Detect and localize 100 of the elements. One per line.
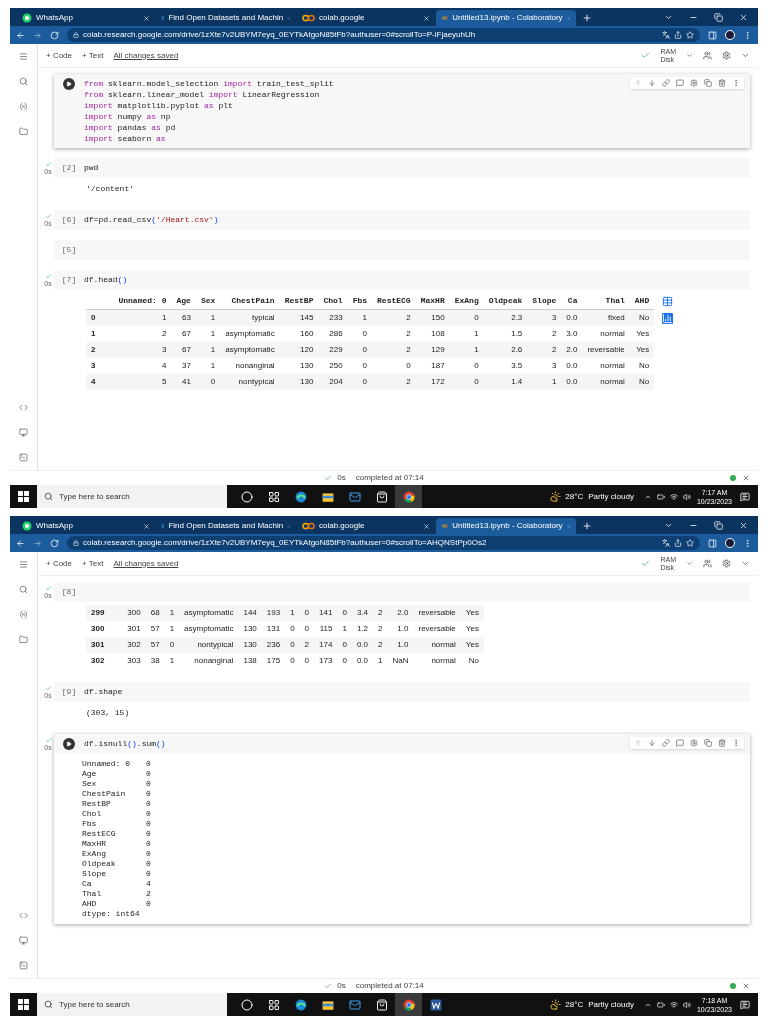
- copy-icon[interactable]: [704, 79, 712, 87]
- chevron-down-icon[interactable]: [664, 521, 673, 530]
- volume-icon[interactable]: [682, 1000, 691, 1009]
- browser-tab[interactable]: WhatsApp: [16, 518, 156, 534]
- code-cell[interactable]: [54, 270, 750, 393]
- taskbar-app[interactable]: [395, 485, 422, 508]
- trash-icon[interactable]: [718, 79, 726, 87]
- folder-icon[interactable]: [321, 490, 334, 503]
- side-panel-icon[interactable]: [708, 538, 717, 548]
- taskbar-app[interactable]: [395, 993, 422, 1016]
- wave-circle-icon[interactable]: [294, 998, 307, 1011]
- forward-icon[interactable]: [33, 30, 42, 40]
- browser-tab[interactable]: Find Open Datasets and Machin: [156, 10, 296, 26]
- add-text-button[interactable]: + Text: [82, 49, 104, 62]
- browser-tab[interactable]: WhatsApp: [16, 10, 156, 26]
- chevron-down-icon[interactable]: [664, 13, 673, 22]
- more-icon[interactable]: [732, 79, 740, 87]
- wave-circle-icon[interactable]: [294, 490, 307, 503]
- search-icon[interactable]: [19, 585, 28, 594]
- battery-icon[interactable]: [656, 492, 665, 501]
- restore-icon[interactable]: [714, 13, 723, 22]
- url-field[interactable]: colab.research.google.com/drive/1zXte7v2UBYM7eyq_0EYTkAtgoN85tFb?authuser=0#scrollTo=P-iFjaeyuhUh: [67, 28, 700, 42]
- wifi-icon[interactable]: [669, 492, 678, 501]
- run-button[interactable]: [63, 78, 75, 90]
- mail-icon[interactable]: [348, 490, 361, 503]
- wifi-icon[interactable]: [669, 1000, 678, 1009]
- taskbar-search-field[interactable]: Type here to search: [37, 993, 227, 1016]
- new-tab-icon[interactable]: [582, 521, 592, 531]
- chrome-ball-icon[interactable]: [402, 998, 415, 1011]
- add-code-button[interactable]: + Code: [46, 557, 73, 570]
- trash-icon[interactable]: [718, 739, 726, 747]
- menu-icon[interactable]: [19, 52, 28, 61]
- browser-tab[interactable]: colab.google: [296, 10, 436, 26]
- browser-tab[interactable]: Untitled13.ipynb - Colaboratory: [436, 10, 576, 26]
- chevron-down-icon[interactable]: [741, 51, 750, 60]
- avatar[interactable]: [725, 538, 735, 548]
- translate-icon[interactable]: [662, 539, 670, 547]
- add-code-button[interactable]: + Code: [46, 49, 73, 62]
- document-w-icon[interactable]: [429, 998, 442, 1011]
- variables-icon[interactable]: [19, 102, 28, 111]
- people-icon[interactable]: [703, 51, 712, 60]
- search-icon[interactable]: [19, 77, 28, 86]
- code-cell[interactable]: [9] df.shape (303, 15): [54, 682, 750, 724]
- close-icon[interactable]: [742, 982, 750, 990]
- forward-icon[interactable]: [33, 538, 42, 548]
- save-status-link[interactable]: All changes saved: [113, 557, 179, 570]
- comment-icon[interactable]: [676, 739, 684, 747]
- volume-icon[interactable]: [682, 492, 691, 501]
- code-cell[interactable]: [6] df=pd.read_csv('/Heart.csv'): [54, 210, 750, 230]
- settings-icon[interactable]: [722, 559, 731, 568]
- variables-icon[interactable]: [19, 610, 28, 619]
- chart-icon[interactable]: [662, 313, 674, 324]
- star-icon[interactable]: [686, 31, 694, 39]
- code-cell[interactable]: from sklearn.model_selection import train_test_split from sklearn.linear_model import LinearRegression import matplotlib.pyplot as plt import numpy as np import pandas as pd import seaborn as: [54, 74, 750, 148]
- more-icon[interactable]: [743, 30, 752, 40]
- run-button[interactable]: [63, 738, 75, 750]
- settings-icon[interactable]: [690, 739, 698, 747]
- restore-icon[interactable]: [714, 521, 723, 530]
- caret-icon[interactable]: [686, 560, 693, 567]
- link-icon[interactable]: [662, 79, 670, 87]
- windows-logo-icon[interactable]: [18, 491, 29, 502]
- share-icon[interactable]: [674, 31, 682, 39]
- code-cell[interactable]: [5]: [54, 240, 750, 260]
- add-text-button[interactable]: + Text: [82, 557, 104, 570]
- battery-icon[interactable]: [656, 1000, 665, 1009]
- browser-tab[interactable]: Find Open Datasets and Machin: [156, 518, 296, 534]
- settings-icon[interactable]: [722, 51, 731, 60]
- code-cell[interactable]: [2] pwd '/content': [54, 158, 750, 200]
- task-view-icon[interactable]: [267, 998, 280, 1011]
- comment-icon[interactable]: [676, 79, 684, 87]
- chevron-down-icon[interactable]: [741, 559, 750, 568]
- arrow-down-icon[interactable]: [648, 79, 656, 87]
- close-icon[interactable]: [742, 474, 750, 482]
- save-status-link[interactable]: All changes saved: [113, 49, 179, 62]
- people-icon[interactable]: [703, 559, 712, 568]
- folder-icon[interactable]: [321, 998, 334, 1011]
- back-icon[interactable]: [16, 30, 25, 40]
- notification-icon[interactable]: [740, 491, 750, 502]
- side-panel-icon[interactable]: [708, 30, 717, 40]
- shopping-bag-icon[interactable]: [375, 490, 388, 503]
- star-icon[interactable]: [686, 539, 694, 547]
- back-icon[interactable]: [16, 538, 25, 548]
- share-icon[interactable]: [674, 539, 682, 547]
- menu-icon[interactable]: [19, 560, 28, 569]
- settings-icon[interactable]: [690, 79, 698, 87]
- more-icon[interactable]: [743, 538, 752, 548]
- arrow-down-icon[interactable]: [648, 739, 656, 747]
- task-view-icon[interactable]: [267, 490, 280, 503]
- chrome-ball-icon[interactable]: [402, 490, 415, 503]
- browser-tab[interactable]: Untitled13.ipynb - Colaboratory: [436, 518, 576, 534]
- avatar[interactable]: [725, 30, 735, 40]
- url-field[interactable]: colab.research.google.com/drive/1zXte7v2UBYM7eyq_0EYTkAtgoN85tFb?authuser=0#scrollTo=AHQNStPp0Os2: [67, 536, 700, 550]
- copy-icon[interactable]: [704, 739, 712, 747]
- caret-icon[interactable]: [686, 52, 693, 59]
- translate-icon[interactable]: [662, 31, 670, 39]
- table-icon[interactable]: [662, 296, 674, 307]
- browser-tab[interactable]: colab.google: [296, 518, 436, 534]
- code-cell[interactable]: df.isnull().sum() Unnamed: 0 0 Age 0 Sex 0 ChestPain 0 RestBP 0 Chol 0 Fbs 0 RestECG 0 MaxHR 0 ExAng 0 Oldpeak 0 Slope 0 Ca 4 Thal 2 AHD 0 dtype: int64: [54, 734, 750, 924]
- taskbar-search-field[interactable]: Type here to search: [37, 485, 227, 508]
- circle-icon[interactable]: [240, 490, 253, 503]
